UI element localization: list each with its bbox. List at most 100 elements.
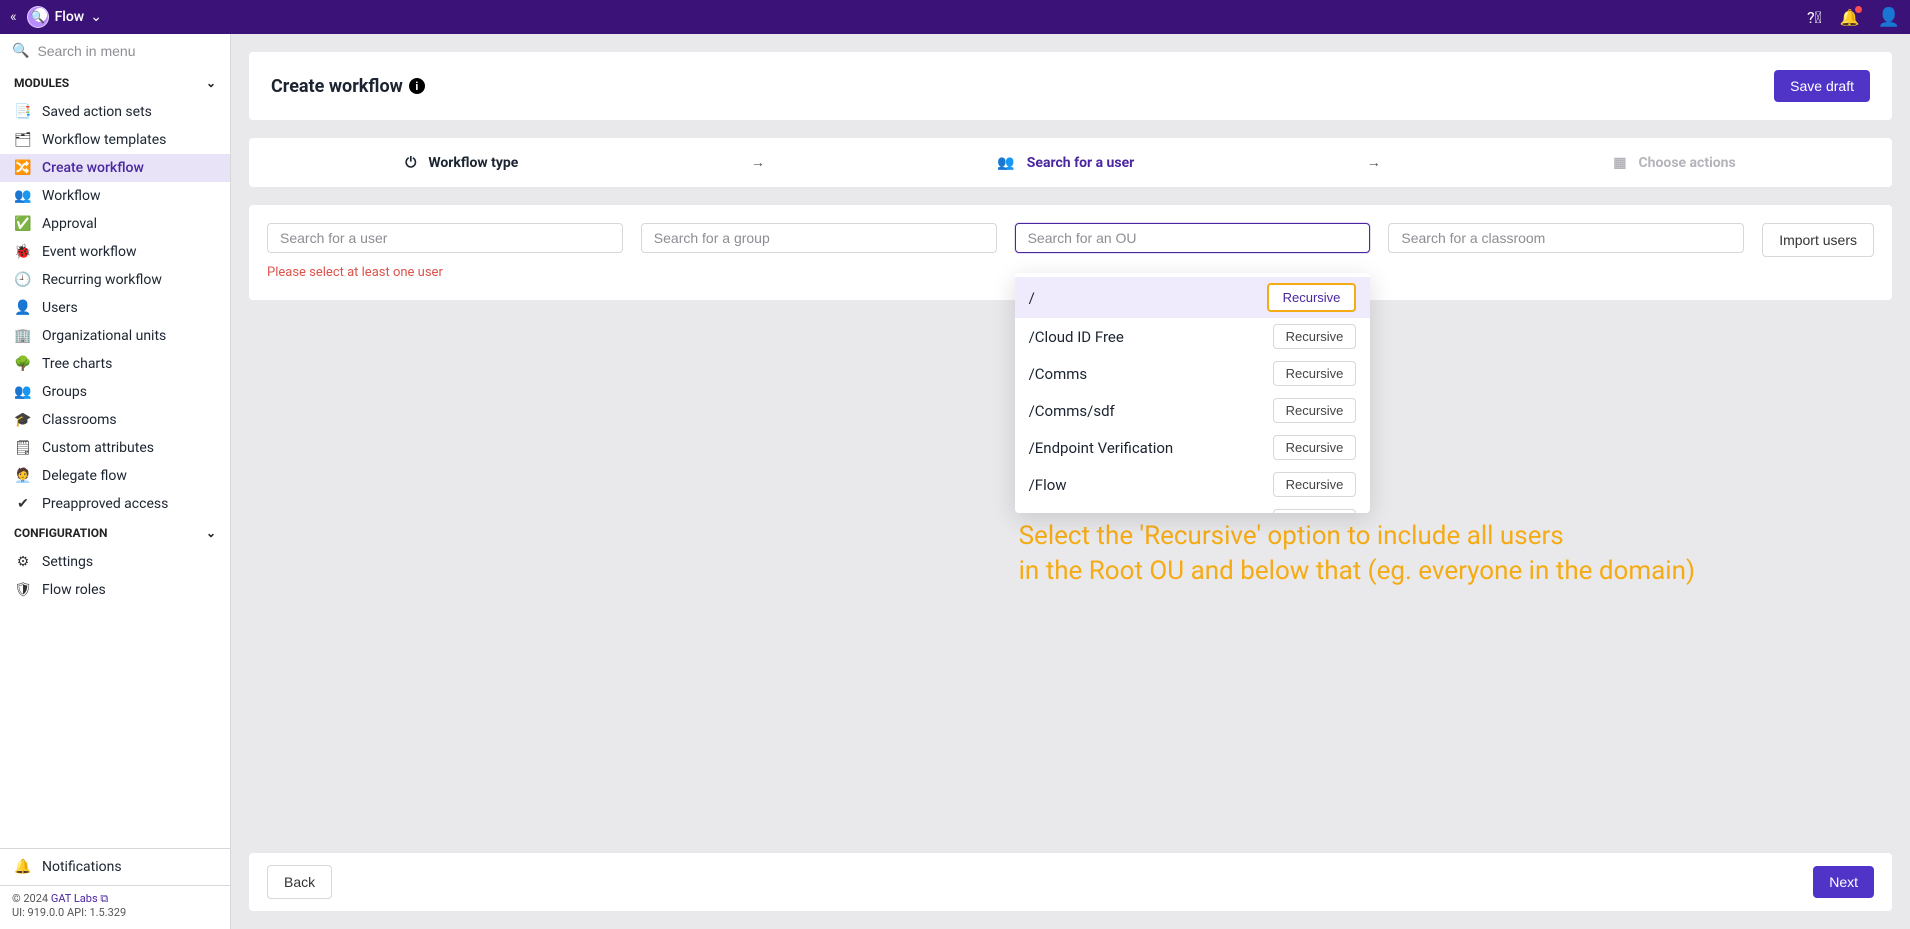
app-switcher[interactable]: 🔍 Flow ⌄	[27, 6, 102, 28]
ou-dropdown[interactable]: / Recursive/Cloud ID FreeRecursive/CommsR…	[1015, 273, 1371, 513]
sidebar-item-event-workflow[interactable]: 🐞 Event workflow	[0, 238, 230, 266]
sidebar-item-tree-charts[interactable]: 🌳 Tree charts	[0, 350, 230, 378]
sidebar: 🔍 MODULES ⌄ 📑 Saved action sets 🗂Workflow …	[0, 34, 231, 929]
event-workflow-icon: 🐞	[14, 244, 32, 260]
sidebar-item-workflow-templates[interactable]: 🗂Workflow templates	[0, 126, 230, 154]
sidebar-item-label: Tree charts	[42, 356, 112, 372]
sidebar-item-workflow[interactable]: 👥Workflow	[0, 182, 230, 210]
ou-option[interactable]: /Leavers Recursive	[1015, 503, 1371, 513]
save-draft-button[interactable]: Save draft	[1774, 70, 1870, 102]
import-users-button[interactable]: Import users	[1762, 223, 1874, 257]
sidebar-item-delegate-flow[interactable]: 🧑‍💼Delegate flow	[0, 462, 230, 490]
custom-attributes-icon: 🗒	[14, 440, 32, 456]
approval-icon: ✅	[14, 216, 32, 232]
recursive-button[interactable]: Recursive	[1273, 398, 1357, 423]
sidebar-item-groups[interactable]: 👥Groups	[0, 378, 230, 406]
ou-option[interactable]: /Endpoint VerificationRecursive	[1015, 429, 1371, 466]
app-name: Flow	[55, 9, 85, 25]
notification-badge	[1855, 6, 1862, 13]
sidebar-item-label: Groups	[42, 384, 87, 400]
arrow-icon: →	[1367, 154, 1381, 171]
sidebar-item-label: Users	[42, 300, 78, 316]
sidebar-item-flow-roles[interactable]: 🛡Flow roles	[0, 576, 230, 604]
ou-option[interactable]: /FlowRecursive	[1015, 466, 1371, 503]
sidebar-item-users[interactable]: 👤 Users	[0, 294, 230, 322]
copyright-prefix: © 2024	[12, 892, 51, 905]
step-workflow-type[interactable]: ⏻ Workflow type	[405, 155, 518, 171]
recursive-button[interactable]: Recursive	[1273, 361, 1357, 386]
step-label: Choose actions	[1639, 155, 1736, 171]
sidebar-item-notifications[interactable]: 🔔 Notifications	[0, 849, 230, 885]
recurring-workflow-icon: 🕘	[14, 272, 32, 288]
section-config-header[interactable]: CONFIGURATION ⌄	[0, 518, 230, 548]
top-bar: « 🔍 Flow ⌄ ?⃝ 🔔 👤	[0, 0, 1910, 34]
preapproved-access-icon: ✔	[14, 496, 32, 512]
sidebar-item-classrooms[interactable]: 🎓Classrooms	[0, 406, 230, 434]
recursive-button[interactable]: Recursive	[1273, 509, 1357, 513]
search-user-input[interactable]	[267, 223, 623, 253]
collapse-sidebar-icon[interactable]: «	[10, 9, 17, 25]
sidebar-item-label: Saved action sets	[42, 104, 152, 120]
saved-action-sets-icon: 📑	[14, 104, 32, 120]
section-modules-header[interactable]: MODULES ⌄	[0, 68, 230, 98]
search-ou-input[interactable]	[1015, 223, 1371, 253]
ou-option[interactable]: / Recursive	[1015, 277, 1371, 318]
ou-option[interactable]: /Comms/sdf Recursive	[1015, 392, 1371, 429]
sidebar-item-approval[interactable]: ✅Approval	[0, 210, 230, 238]
sidebar-item-recurring-workflow[interactable]: 🕘Recurring workflow	[0, 266, 230, 294]
footer-bar: Back Next	[249, 853, 1892, 911]
settings-icon: ⚙	[14, 554, 32, 570]
app-logo-icon: 🔍	[27, 6, 49, 28]
account-icon[interactable]: 👤	[1878, 7, 1900, 28]
company-link[interactable]: GAT Labs ⧉	[51, 892, 108, 905]
page-header: Create workflow i Save draft	[249, 52, 1892, 120]
sidebar-item-label: Classrooms	[42, 412, 117, 428]
sidebar-item-settings[interactable]: ⚙ Settings	[0, 548, 230, 576]
help-icon[interactable]: ?⃝	[1807, 8, 1822, 27]
ou-option[interactable]: /Cloud ID FreeRecursive	[1015, 318, 1371, 355]
bell-icon: 🔔	[14, 859, 32, 875]
sidebar-item-label: Event workflow	[42, 244, 136, 260]
create-workflow-icon: 🔀	[14, 160, 32, 176]
search-classroom-field[interactable]	[1388, 223, 1744, 253]
sidebar-item-preapproved-access[interactable]: ✔Preapproved access	[0, 490, 230, 518]
notifications-icon[interactable]: 🔔	[1840, 8, 1860, 27]
search-group-field[interactable]	[641, 223, 997, 253]
sidebar-item-label: Notifications	[42, 859, 122, 875]
search-classroom-input[interactable]	[1388, 223, 1744, 253]
sidebar-footer: © 2024 GAT Labs ⧉ UI: 919.0.0 API: 1.5.3…	[0, 885, 230, 929]
sidebar-item-custom-attributes[interactable]: 🗒Custom attributes	[0, 434, 230, 462]
recursive-button[interactable]: Recursive	[1273, 472, 1357, 497]
ou-option[interactable]: /CommsRecursive	[1015, 355, 1371, 392]
recursive-button[interactable]: Recursive	[1267, 283, 1357, 312]
section-modules-title: MODULES	[14, 76, 69, 90]
ou-path: /	[1029, 289, 1035, 307]
recursive-button[interactable]: Recursive	[1273, 324, 1357, 349]
page-title: Create workflow i	[271, 76, 425, 97]
chevron-down-icon: ⌄	[90, 9, 102, 25]
ou-path: /Leavers	[1029, 513, 1087, 514]
back-button[interactable]: Back	[267, 865, 332, 899]
sidebar-item-label: Delegate flow	[42, 468, 127, 484]
sidebar-item-saved-action-sets[interactable]: 📑 Saved action sets	[0, 98, 230, 126]
search-icon: 🔍	[12, 43, 29, 59]
search-user-field[interactable]	[267, 223, 623, 253]
sidebar-item-label: Settings	[42, 554, 93, 570]
menu-search[interactable]: 🔍	[0, 34, 230, 68]
next-button[interactable]: Next	[1813, 866, 1874, 898]
sidebar-item-label: Create workflow	[42, 160, 144, 176]
sidebar-item-create-workflow[interactable]: 🔀 Create workflow	[0, 154, 230, 182]
search-group-input[interactable]	[641, 223, 997, 253]
recursive-button[interactable]: Recursive	[1273, 435, 1357, 460]
users-icon: 👤	[14, 300, 32, 316]
step-search-user[interactable]: 👥 Search for a user	[997, 155, 1134, 171]
search-ou-field[interactable]	[1015, 223, 1371, 253]
step-label: Search for a user	[1027, 155, 1135, 171]
ou-path: /Comms/sdf	[1029, 402, 1115, 420]
tree-charts-icon: 🌳	[14, 356, 32, 372]
info-icon[interactable]: i	[409, 78, 425, 94]
sidebar-item-organizational-units[interactable]: 🏢Organizational units	[0, 322, 230, 350]
workflow-templates-icon: 🗂	[14, 132, 32, 148]
menu-search-input[interactable]	[35, 42, 218, 60]
workflow-icon: 👥	[14, 188, 32, 204]
